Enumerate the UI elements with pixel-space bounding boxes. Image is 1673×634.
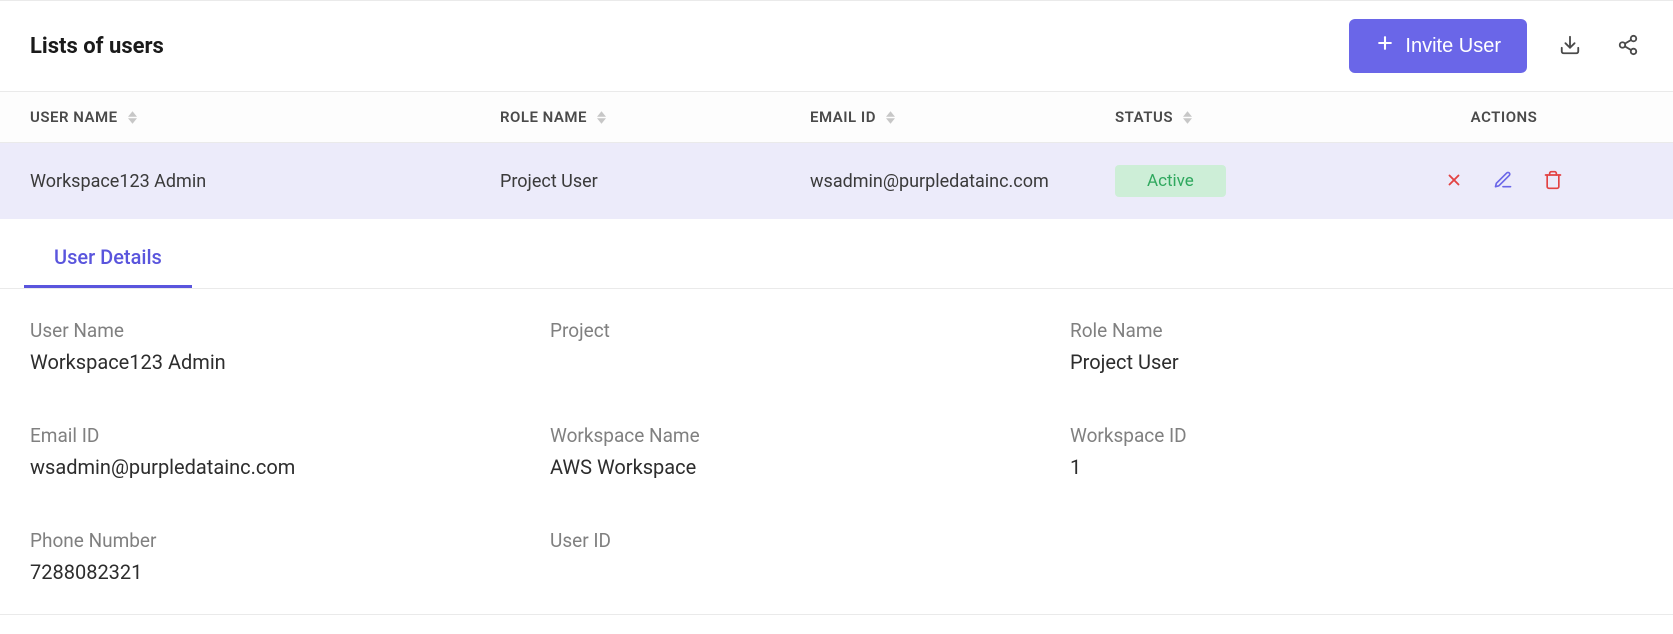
- column-header-rolename-label: ROLE NAME: [500, 108, 587, 126]
- column-header-actions: ACTIONS: [1365, 108, 1643, 126]
- sort-icon: [886, 111, 895, 124]
- close-icon: [1445, 171, 1463, 192]
- detail-rolename-label: Role Name: [1070, 319, 1643, 342]
- column-header-email[interactable]: EMAIL ID: [810, 108, 1115, 126]
- detail-workspace-name: Workspace Name AWS Workspace: [550, 424, 1060, 479]
- detail-workspace-id-label: Workspace ID: [1070, 424, 1643, 447]
- column-header-status[interactable]: STATUS: [1115, 108, 1365, 126]
- page-title: Lists of users: [30, 34, 164, 59]
- close-row-button[interactable]: [1445, 171, 1463, 192]
- invite-user-button[interactable]: Invite User: [1349, 19, 1527, 73]
- download-button[interactable]: [1555, 30, 1585, 63]
- plus-icon: [1375, 33, 1395, 59]
- detail-email-value: wsadmin@purpledatainc.com: [30, 455, 540, 479]
- edit-icon: [1493, 170, 1513, 193]
- detail-phone-value: 7288082321: [30, 560, 540, 584]
- detail-username: User Name Workspace123 Admin: [30, 319, 540, 374]
- trash-icon: [1543, 170, 1563, 193]
- column-header-rolename[interactable]: ROLE NAME: [500, 108, 810, 126]
- detail-workspace-id-value: 1: [1070, 455, 1643, 479]
- detail-userid: User ID: [550, 529, 1060, 584]
- cell-email: wsadmin@purpledatainc.com: [810, 171, 1115, 192]
- edit-row-button[interactable]: [1493, 170, 1513, 193]
- column-header-status-label: STATUS: [1115, 108, 1173, 126]
- column-header-actions-label: ACTIONS: [1471, 108, 1538, 126]
- detail-userid-label: User ID: [550, 529, 1060, 552]
- status-badge: Active: [1115, 165, 1226, 197]
- invite-user-label: Invite User: [1405, 35, 1501, 58]
- sort-icon: [1183, 111, 1192, 124]
- delete-row-button[interactable]: [1543, 170, 1563, 193]
- detail-workspace-name-value: AWS Workspace: [550, 455, 1060, 479]
- table-row[interactable]: Workspace123 Admin Project User wsadmin@…: [0, 143, 1673, 219]
- detail-project: Project: [550, 319, 1060, 374]
- share-icon: [1617, 34, 1639, 59]
- detail-workspace-id: Workspace ID 1: [1070, 424, 1643, 479]
- column-header-username-label: USER NAME: [30, 108, 118, 126]
- cell-status: Active: [1115, 165, 1365, 197]
- cell-username: Workspace123 Admin: [30, 171, 500, 192]
- detail-rolename-value: Project User: [1070, 350, 1643, 374]
- detail-project-label: Project: [550, 319, 1060, 342]
- sort-icon: [597, 111, 606, 124]
- column-header-username[interactable]: USER NAME: [30, 108, 500, 126]
- download-icon: [1559, 34, 1581, 59]
- tab-user-details[interactable]: User Details: [24, 219, 192, 288]
- column-header-email-label: EMAIL ID: [810, 108, 876, 126]
- detail-email: Email ID wsadmin@purpledatainc.com: [30, 424, 540, 479]
- detail-email-label: Email ID: [30, 424, 540, 447]
- detail-username-label: User Name: [30, 319, 540, 342]
- sort-icon: [128, 111, 137, 124]
- detail-username-value: Workspace123 Admin: [30, 350, 540, 374]
- cell-rolename: Project User: [500, 171, 810, 192]
- detail-rolename: Role Name Project User: [1070, 319, 1643, 374]
- detail-phone: Phone Number 7288082321: [30, 529, 540, 584]
- detail-workspace-name-label: Workspace Name: [550, 424, 1060, 447]
- share-button[interactable]: [1613, 30, 1643, 63]
- detail-phone-label: Phone Number: [30, 529, 540, 552]
